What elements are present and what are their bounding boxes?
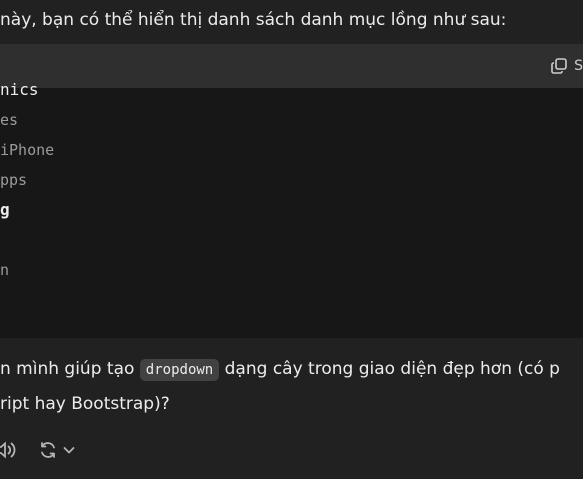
followup-text-before: n mình giúp tạo (0, 359, 140, 379)
code-line: nics (0, 80, 39, 99)
message-intro-text: này, bạn có thể hiển thị danh sách danh … (0, 10, 507, 30)
message-actions (0, 438, 76, 462)
regenerate-button[interactable] (38, 440, 76, 460)
read-aloud-button[interactable] (0, 439, 20, 461)
message-followup: n mình giúp tạo dropdown dạng cây trong … (0, 352, 583, 421)
code-line: n (0, 261, 10, 279)
copy-code-label: S (574, 58, 583, 74)
code-line: iPhone (0, 141, 55, 159)
copy-code-button[interactable]: S (550, 44, 583, 88)
inline-code: dropdown (139, 359, 220, 381)
followup-line-2: ript hay Bootstrap)? (0, 394, 170, 414)
code-line: es (0, 111, 19, 129)
code-block: S (0, 44, 583, 338)
copy-icon (550, 57, 568, 75)
code-block-header: S (0, 44, 583, 88)
regenerate-icon (38, 440, 58, 460)
code-line: pps (0, 171, 28, 189)
followup-line-1: n mình giúp tạo dropdown dạng cây trong … (0, 352, 583, 387)
chevron-down-icon (62, 443, 76, 457)
speaker-icon (0, 439, 20, 461)
code-line: g (0, 200, 10, 219)
followup-text-after: dạng cây trong giao diện đẹp hơn (có p (219, 359, 560, 379)
